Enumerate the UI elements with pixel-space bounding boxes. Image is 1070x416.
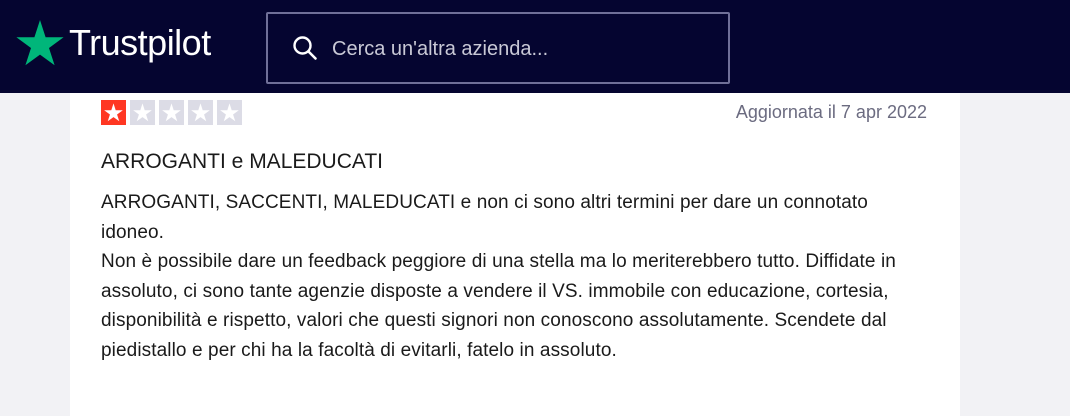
star-icon	[159, 100, 184, 125]
star-logo-icon	[16, 20, 64, 66]
search-input[interactable]	[332, 32, 712, 66]
star-icon	[101, 100, 126, 125]
top-header: Trustpilot	[0, 0, 1070, 93]
trustpilot-logo[interactable]: Trustpilot	[16, 20, 211, 66]
star-icon	[188, 100, 213, 125]
logo-text: Trustpilot	[69, 22, 211, 63]
search-icon[interactable]	[292, 35, 318, 61]
star-icon	[130, 100, 155, 125]
review-paragraph: Non è possibile dare un feedback peggior…	[101, 251, 896, 361]
star-rating	[101, 100, 246, 125]
star-icon	[217, 100, 242, 125]
review-paragraph: ARROGANTI, SACCENTI, MALEDUCATI e non ci…	[101, 192, 868, 243]
review-card: Aggiornata il 7 apr 2022 ARROGANTI e MAL…	[70, 93, 960, 416]
review-date: Aggiornata il 7 apr 2022	[735, 102, 927, 122]
review-body: ARROGANTI, SACCENTI, MALEDUCATI e non ci…	[101, 188, 936, 365]
search-box[interactable]	[266, 12, 730, 84]
review-title: ARROGANTI e MALEDUCATI	[101, 150, 383, 173]
